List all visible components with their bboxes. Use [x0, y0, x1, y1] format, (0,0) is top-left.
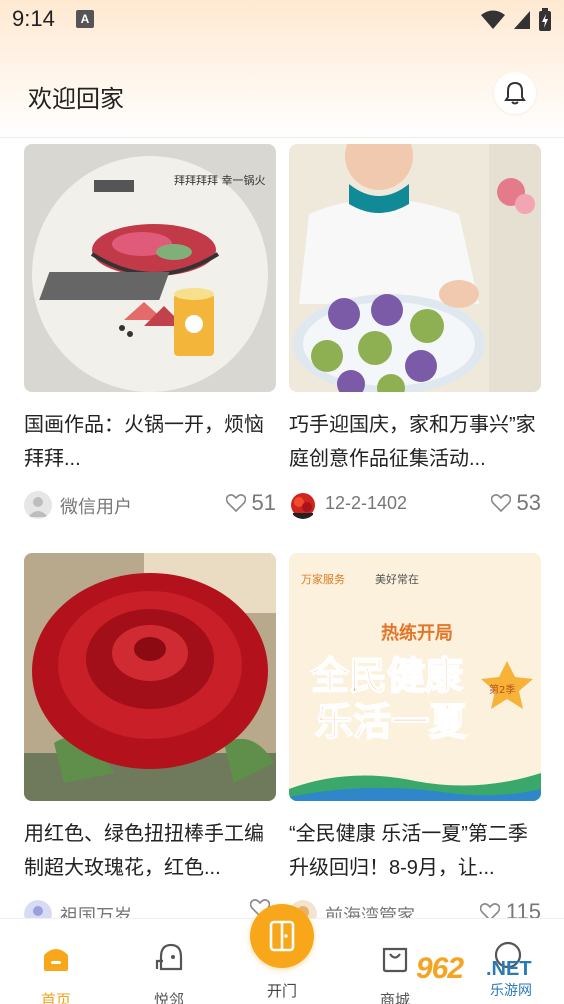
signal-icon: [514, 11, 530, 29]
neighbors-icon: [155, 943, 183, 971]
status-icons: [480, 8, 552, 32]
nav-home-label: 首页: [40, 992, 71, 1004]
post-image-painting[interactable]: 拜拜拜拜 幸一锅火: [24, 144, 276, 392]
username[interactable]: 12-2-1402: [325, 493, 407, 514]
open-door-button[interactable]: [250, 904, 314, 968]
notifications-button[interactable]: [494, 72, 536, 114]
like-count: 115: [505, 899, 541, 920]
watermark-number: 962: [416, 952, 464, 985]
nav-neighbors-label: 悦邻: [153, 992, 184, 1004]
post-image-poster[interactable]: 万家服务 美好常在 热练开局 全民健康 乐活一夏 第2季: [289, 553, 541, 801]
door-icon: [269, 920, 295, 952]
nav-home[interactable]: 首页: [16, 929, 96, 1004]
battery-icon: [539, 8, 551, 31]
poster-headline-1: 全民健康: [310, 654, 463, 698]
watermark-net: .NET: [486, 958, 532, 980]
poster-slogan: 美好常在: [375, 572, 419, 586]
avatar[interactable]: [289, 491, 317, 519]
site-watermark: 962 .NET 乐游网: [416, 952, 556, 1002]
app-bar: 欢迎回家: [0, 62, 564, 132]
poster-season: 第2季: [489, 683, 515, 696]
app-screen: { "status": { "time": "9:14", "notif_bad…: [0, 0, 564, 1004]
heart-icon: [225, 494, 246, 512]
post-title[interactable]: “全民健康 乐活一夏”第二季升级回归！8-9月，让...: [289, 817, 541, 885]
shopping-bag-icon: [382, 947, 408, 973]
open-door-label: 开门: [266, 983, 297, 1000]
watermark-sub: 乐游网: [490, 982, 532, 998]
status-bar: 9:14 A: [0, 0, 564, 40]
post-image-rose[interactable]: [24, 553, 276, 801]
notification-icon: A: [76, 10, 94, 28]
poster-tag: 热练开局: [381, 622, 453, 644]
post-image-mooncakes[interactable]: [289, 144, 541, 392]
post-title[interactable]: 用红色、绿色扭扭棒手工编制超大玫瑰花，红色...: [24, 817, 276, 885]
bell-icon: [504, 81, 526, 105]
poster-headline-2: 乐活一夏: [315, 700, 468, 744]
nav-neighbors[interactable]: 悦邻: [129, 929, 209, 1004]
post-meta: 微信用户 51: [24, 490, 276, 520]
post-title[interactable]: 巧手迎国庆，家和万事兴”家庭创意作品征集活动...: [289, 408, 541, 476]
page-title: 欢迎回家: [28, 86, 124, 113]
post-title[interactable]: 国画作品：火锅一开，烦恼拜拜...: [24, 408, 276, 476]
avatar[interactable]: [24, 900, 52, 920]
home-icon: [44, 949, 68, 971]
avatar[interactable]: [24, 491, 52, 519]
post-meta: 祖国万岁: [24, 899, 276, 920]
wifi-icon: [481, 10, 505, 29]
post-meta: 12-2-1402 53: [289, 490, 541, 520]
poster-brand: 万家服务: [301, 572, 345, 586]
painting-inscription: 拜拜拜拜 幸一锅火: [174, 174, 266, 187]
like-button[interactable]: 51: [225, 490, 276, 516]
like-count: 53: [516, 490, 541, 515]
status-time: 9:14: [12, 6, 55, 31]
username[interactable]: 微信用户: [60, 493, 132, 519]
like-button[interactable]: 53: [490, 490, 541, 516]
like-count: 51: [251, 490, 276, 515]
like-button[interactable]: 115: [479, 899, 541, 920]
feed: 拜拜拜拜 幸一锅火 国画作品：火锅一开，烦恼拜拜... 微信用户 51 巧手迎国…: [0, 138, 564, 920]
post-meta: 前海湾管家 115: [289, 899, 541, 920]
heart-icon: [490, 494, 511, 512]
